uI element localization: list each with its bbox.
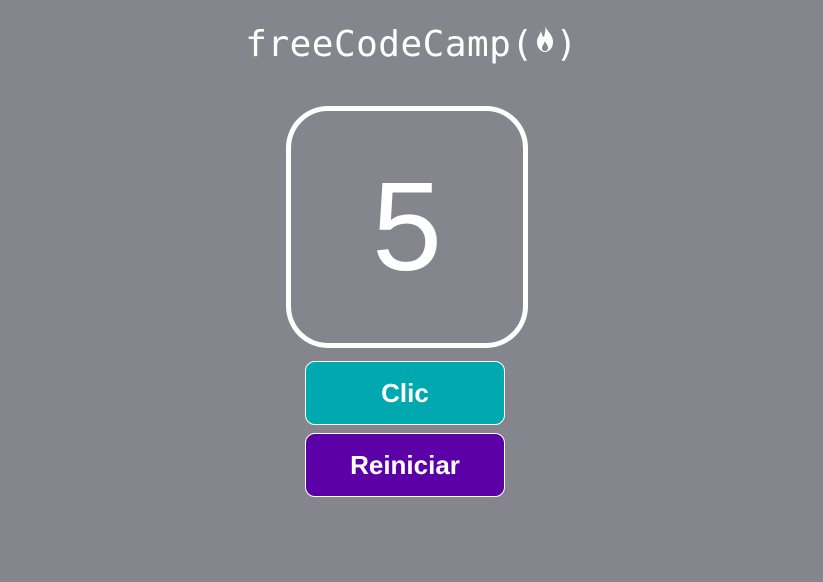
reset-button[interactable]: Reiniciar (305, 433, 505, 497)
click-button[interactable]: Clic (305, 361, 505, 425)
freecodecamp-logo: freeCodeCamp() (0, 22, 823, 68)
click-button-label: Clic (381, 377, 429, 408)
logo-text-left: freeCodeCamp( (245, 24, 534, 65)
counter-display: 5 (286, 106, 528, 348)
logo-text-right: ) (555, 24, 578, 65)
reset-button-label: Reiniciar (350, 449, 460, 480)
counter-value: 5 (371, 156, 443, 297)
fire-icon (534, 20, 556, 66)
